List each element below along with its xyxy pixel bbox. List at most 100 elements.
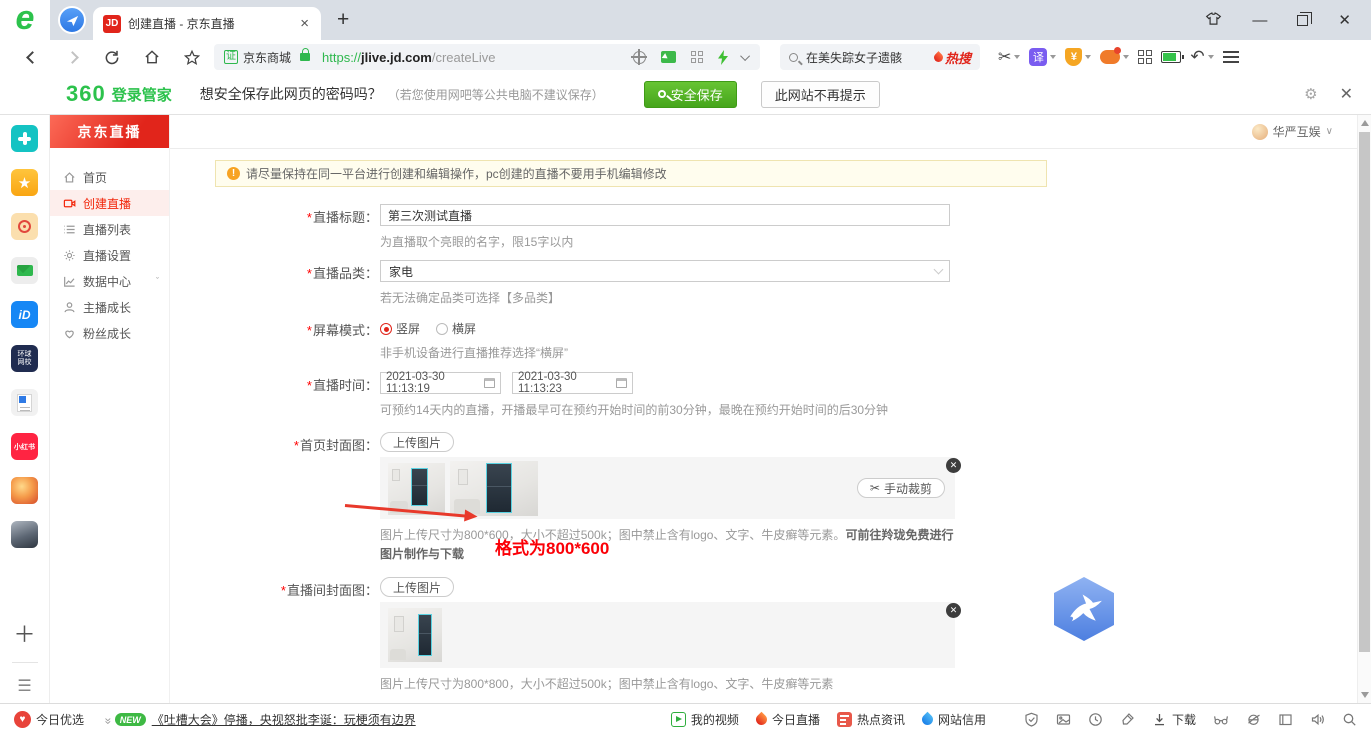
- undo-closed-tab-button[interactable]: ↶: [1190, 49, 1213, 66]
- scroll-down-arrow-icon[interactable]: [1361, 692, 1369, 698]
- bookmark-star-icon[interactable]: [184, 49, 200, 66]
- sidebar-list-button[interactable]: ☰: [17, 679, 31, 695]
- wangxiao-app-icon[interactable]: 环球网校: [11, 345, 38, 372]
- radio-portrait[interactable]: 竖屏: [380, 320, 420, 337]
- start-time-input[interactable]: 2021-03-30 11:13:19: [380, 372, 501, 394]
- forward-button[interactable]: [64, 53, 80, 62]
- web-snapshot-icon[interactable]: [661, 51, 676, 63]
- snapshot-image-icon[interactable]: [1056, 712, 1071, 727]
- new-tab-button[interactable]: +: [337, 8, 349, 32]
- radio-landscape[interactable]: 横屏: [436, 320, 476, 337]
- my-videos-button[interactable]: 我的视频: [671, 711, 739, 728]
- upload-image-button[interactable]: 上传图片: [380, 432, 454, 452]
- incognito-glasses-icon[interactable]: [1213, 712, 1229, 727]
- restore-window-button[interactable]: [1297, 15, 1308, 26]
- ssl-lock-icon: [300, 53, 310, 61]
- hamburger-icon: [1223, 51, 1239, 63]
- address-bar[interactable]: 证 京东商城 https://jlive.jd.com/createLive: [214, 44, 760, 70]
- manual-crop-button[interactable]: ✂手动裁剪: [857, 478, 945, 498]
- shopping-guard-button[interactable]: ¥: [1065, 48, 1091, 66]
- download-button[interactable]: 下载: [1152, 711, 1196, 728]
- close-bar-icon[interactable]: ✕: [1340, 84, 1353, 104]
- secure-save-button[interactable]: 安全保存: [644, 81, 737, 108]
- speed-lightning-icon[interactable]: [718, 50, 728, 65]
- end-time-input[interactable]: 2021-03-30 11:13:23: [512, 372, 633, 394]
- volume-icon[interactable]: [1310, 712, 1325, 727]
- room-cover-image-thumb[interactable]: [388, 608, 442, 662]
- locate-target-icon[interactable]: [633, 51, 646, 64]
- favorites-star-icon[interactable]: ★: [11, 169, 38, 196]
- back-button[interactable]: [24, 53, 40, 62]
- menu-button[interactable]: [1223, 51, 1239, 63]
- page-search-icon[interactable]: [1342, 712, 1357, 727]
- search-query[interactable]: 在美失踪女子遗骸: [806, 49, 934, 66]
- scroll-up-arrow-icon[interactable]: [1361, 120, 1369, 126]
- heart-icon: [63, 327, 76, 340]
- sidebar-item-home[interactable]: 首页: [50, 164, 169, 190]
- id-app-icon[interactable]: iD: [11, 301, 38, 328]
- sidebar-item-data-center[interactable]: 数据中心 ˇ: [50, 268, 169, 294]
- user-name[interactable]: 华严互娱: [1273, 123, 1321, 140]
- browser-tab[interactable]: JD 创建直播 - 京东直播 ×: [93, 7, 321, 40]
- cover-image-thumb[interactable]: [388, 463, 445, 515]
- live-title-input[interactable]: [380, 204, 950, 226]
- thunder-download-float-icon[interactable]: [1054, 577, 1114, 641]
- search-box[interactable]: 在美失踪女子遗骸 热搜: [780, 44, 980, 70]
- game-app-icon-1[interactable]: [11, 477, 38, 504]
- xiaohongshu-icon[interactable]: 小红书: [11, 433, 38, 460]
- gear-icon[interactable]: ⚙: [1304, 85, 1317, 103]
- submenu-chevron-icon[interactable]: ˇ: [156, 276, 159, 286]
- quick-nav-bubble-icon[interactable]: [58, 6, 86, 34]
- delete-cover-icon[interactable]: ✕: [946, 458, 961, 473]
- browser-logo-area: e: [0, 0, 50, 40]
- security-shield-icon[interactable]: [1024, 712, 1039, 727]
- hot-search-button[interactable]: 热搜: [934, 48, 971, 67]
- delete-cover-icon[interactable]: ✕: [946, 603, 961, 618]
- category-select[interactable]: 家电: [380, 260, 950, 282]
- qr-code-icon[interactable]: [691, 51, 703, 63]
- theme-shirt-icon[interactable]: [1205, 12, 1222, 29]
- site-credit-button[interactable]: 网站信用: [922, 711, 986, 728]
- add-app-button[interactable]: ＋: [13, 624, 35, 646]
- ie-compat-icon[interactable]: [1246, 712, 1261, 727]
- screenshot-scissors-button[interactable]: ✂: [998, 47, 1020, 67]
- apps-grid-button[interactable]: [1138, 50, 1152, 64]
- home-icon: [63, 171, 76, 184]
- window-layout-icon[interactable]: [1278, 712, 1293, 727]
- cleaner-brush-icon[interactable]: [1120, 712, 1135, 727]
- history-clock-icon[interactable]: [1088, 712, 1103, 727]
- cover-image-thumb-large[interactable]: [450, 461, 538, 516]
- mail-icon[interactable]: [11, 257, 38, 284]
- news-headline-link[interactable]: 《吐槽大会》停播，央视怒批李诞：玩梗须有边界: [152, 711, 416, 728]
- close-window-button[interactable]: ✕: [1338, 13, 1351, 28]
- teal-app-icon[interactable]: [11, 125, 38, 152]
- home-button[interactable]: [144, 49, 160, 65]
- sidebar-item-create-live[interactable]: 创建直播: [50, 190, 169, 216]
- minimize-button[interactable]: —: [1252, 13, 1267, 28]
- never-prompt-button[interactable]: 此网站不再提示: [761, 81, 880, 108]
- user-dropdown-chevron-icon[interactable]: ∨: [1326, 126, 1333, 137]
- sidebar-item-anchor-growth[interactable]: 主播成长: [50, 294, 169, 320]
- user-bar: 华严互娱 ∨: [170, 115, 1357, 149]
- translate-button[interactable]: 译: [1029, 48, 1056, 66]
- scrollbar-thumb[interactable]: [1359, 132, 1370, 652]
- tab-close-icon[interactable]: ×: [298, 15, 311, 32]
- weibo-icon[interactable]: [11, 213, 38, 240]
- game-app-icon-2[interactable]: [11, 521, 38, 548]
- word-doc-icon[interactable]: [11, 389, 38, 416]
- page-scrollbar[interactable]: [1357, 115, 1371, 703]
- url-text[interactable]: https://jlive.jd.com/createLive: [322, 50, 495, 65]
- upload-image-button[interactable]: 上传图片: [380, 577, 454, 597]
- collapse-chevrons-icon[interactable]: »: [101, 717, 115, 722]
- address-dropdown-chevron-icon[interactable]: [740, 51, 750, 61]
- sidebar-item-live-list[interactable]: 直播列表: [50, 216, 169, 242]
- hot-news-button[interactable]: 热点资讯: [837, 711, 905, 728]
- today-picks-button[interactable]: ♥ 今日优选: [14, 711, 84, 728]
- calendar-icon: [484, 378, 495, 388]
- sidebar-item-live-settings[interactable]: 直播设置: [50, 242, 169, 268]
- game-center-button[interactable]: [1100, 50, 1129, 64]
- today-live-button[interactable]: 今日直播: [756, 711, 820, 728]
- power-saver-button[interactable]: [1161, 51, 1181, 63]
- refresh-button[interactable]: [104, 49, 120, 66]
- sidebar-item-fans-growth[interactable]: 粉丝成长: [50, 320, 169, 346]
